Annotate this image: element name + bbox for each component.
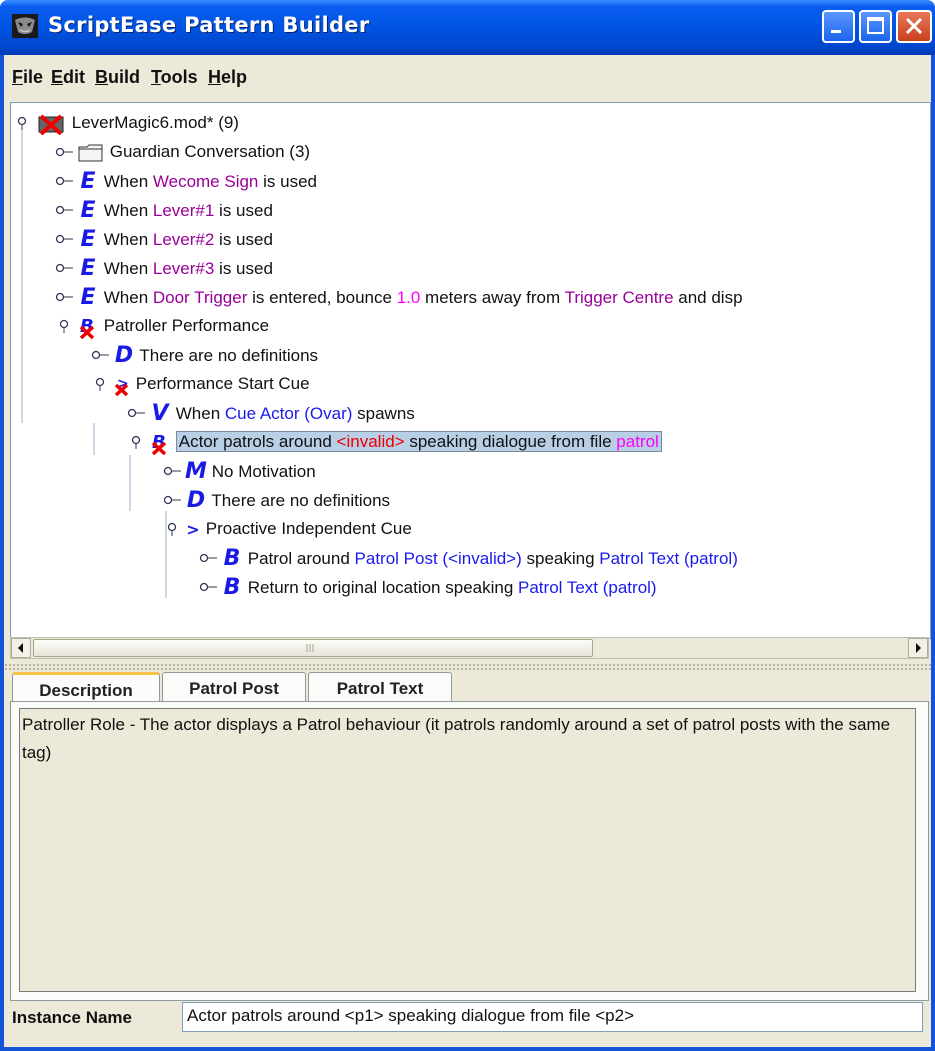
event-icon: E xyxy=(80,256,96,281)
definition-icon: D xyxy=(114,343,134,368)
tab-patrol-text[interactable]: Patrol Text xyxy=(308,672,452,704)
description-panel: Patroller Role - The actor displays a Pa… xyxy=(10,701,929,1001)
root-label: LeverMagic6.mod* (9) xyxy=(71,113,239,132)
maximize-icon xyxy=(867,17,884,34)
close-button[interactable] xyxy=(896,10,932,43)
expanded-handle-icon[interactable] xyxy=(127,435,147,449)
tree-node-no-motivation[interactable]: M No Motivation xyxy=(185,457,316,485)
collapsed-handle-icon[interactable] xyxy=(55,145,75,159)
arrow-right-icon xyxy=(916,643,921,653)
client-area: File Edit Build Tools Help LeverMagic6.m… xyxy=(4,55,931,1047)
expanded-handle-icon[interactable] xyxy=(55,319,75,333)
behaviour-error-icon: B xyxy=(151,432,167,455)
collapsed-handle-icon[interactable] xyxy=(163,464,183,478)
expanded-handle-icon[interactable] xyxy=(163,522,183,536)
collapsed-handle-icon[interactable] xyxy=(55,232,75,246)
expanded-handle-icon[interactable] xyxy=(13,116,33,130)
close-icon xyxy=(905,17,923,35)
tree-node-lever2[interactable]: E When Lever#2 is used xyxy=(77,225,272,253)
tree-node-door[interactable]: E When Door Trigger is entered, bounce 1… xyxy=(77,283,742,311)
app-logo-icon xyxy=(12,14,38,38)
menu-bar: File Edit Build Tools Help xyxy=(4,55,931,102)
event-icon: E xyxy=(80,198,96,223)
tree-node-actor-patrols[interactable]: B Actor patrols around <invalid> speakin… xyxy=(149,428,662,456)
collapsed-handle-icon[interactable] xyxy=(163,493,183,507)
collapsed-handle-icon[interactable] xyxy=(199,580,219,594)
instance-name-label: Instance Name xyxy=(12,1008,132,1027)
description-text[interactable]: Patroller Role - The actor displays a Pa… xyxy=(19,708,916,992)
scroll-thumb[interactable] xyxy=(33,639,593,657)
menu-file[interactable]: File xyxy=(12,67,43,88)
cue-icon: > xyxy=(186,520,200,539)
tree-node-return[interactable]: B Return to original location speaking P… xyxy=(221,573,657,601)
app-window: ScriptEase Pattern Builder File Edit Bui… xyxy=(0,0,935,1051)
menu-edit[interactable]: Edit xyxy=(51,67,85,88)
tree-node-lever1[interactable]: E When Lever#1 is used xyxy=(77,196,272,224)
menu-build[interactable]: Build xyxy=(95,67,140,88)
variable-icon: V xyxy=(151,401,169,426)
tree-node-guardian[interactable]: Guardian Conversation (3) xyxy=(77,138,310,166)
collapsed-handle-icon[interactable] xyxy=(127,406,147,420)
collapsed-handle-icon[interactable] xyxy=(91,348,111,362)
instance-name-field[interactable]: Actor patrols around <p1> speaking dialo… xyxy=(182,1002,923,1032)
tree-node-proactive[interactable]: > Proactive Independent Cue xyxy=(185,515,411,543)
pattern-tree[interactable]: LeverMagic6.mod* (9) Guardian Conversati… xyxy=(10,102,931,639)
module-error-icon xyxy=(38,114,64,136)
tab-patrol-post[interactable]: Patrol Post xyxy=(162,672,306,704)
definition-icon: D xyxy=(186,488,206,513)
behaviour-icon: B xyxy=(223,546,241,571)
collapsed-handle-icon[interactable] xyxy=(199,551,219,565)
property-tabs: Description Patrol Post Patrol Text xyxy=(10,661,929,707)
tree-node-no-defs-2[interactable]: D There are no definitions xyxy=(185,486,390,514)
event-icon: E xyxy=(80,285,96,310)
folder-icon xyxy=(78,144,103,162)
selected-node-label[interactable]: Actor patrols around <invalid> speaking … xyxy=(175,431,662,452)
event-icon: E xyxy=(80,169,96,194)
minimize-icon xyxy=(831,30,841,33)
collapsed-handle-icon[interactable] xyxy=(55,203,75,217)
maximize-button[interactable] xyxy=(859,10,892,43)
expanded-handle-icon[interactable] xyxy=(91,377,111,391)
tree-node-patroller[interactable]: B Patroller Performance xyxy=(77,312,269,340)
title-bar[interactable]: ScriptEase Pattern Builder xyxy=(0,0,935,55)
behaviour-error-icon: B xyxy=(79,316,95,339)
collapsed-handle-icon[interactable] xyxy=(55,174,75,188)
window-title: ScriptEase Pattern Builder xyxy=(48,13,370,37)
motivation-icon: M xyxy=(185,459,207,484)
collapsed-handle-icon[interactable] xyxy=(55,290,75,304)
scroll-left-button[interactable] xyxy=(11,638,31,658)
tree-node-spawns[interactable]: V When Cue Actor (Ovar) spawns xyxy=(149,399,414,427)
event-icon: E xyxy=(80,227,96,252)
grip-icon xyxy=(306,644,314,652)
tree-node-root[interactable]: LeverMagic6.mod* (9) xyxy=(37,109,239,137)
menu-help[interactable]: Help xyxy=(208,67,247,88)
minimize-button[interactable] xyxy=(822,10,855,43)
arrow-left-icon xyxy=(18,643,23,653)
tree-node-no-defs-1[interactable]: D There are no definitions xyxy=(113,341,318,369)
scroll-right-button[interactable] xyxy=(908,638,928,658)
horizontal-scrollbar[interactable] xyxy=(10,637,929,659)
tree-node-start-cue[interactable]: > Performance Start Cue xyxy=(113,370,310,398)
menu-tools[interactable]: Tools xyxy=(151,67,198,88)
behaviour-icon: B xyxy=(223,575,241,600)
tree-node-welcome[interactable]: E When Wecome Sign is used xyxy=(77,167,317,195)
tree-node-patrol-around[interactable]: B Patrol around Patrol Post (<invalid>) … xyxy=(221,544,738,572)
collapsed-handle-icon[interactable] xyxy=(55,261,75,275)
tree-node-lever3[interactable]: E When Lever#3 is used xyxy=(77,254,272,282)
cue-error-icon: > xyxy=(114,376,129,396)
